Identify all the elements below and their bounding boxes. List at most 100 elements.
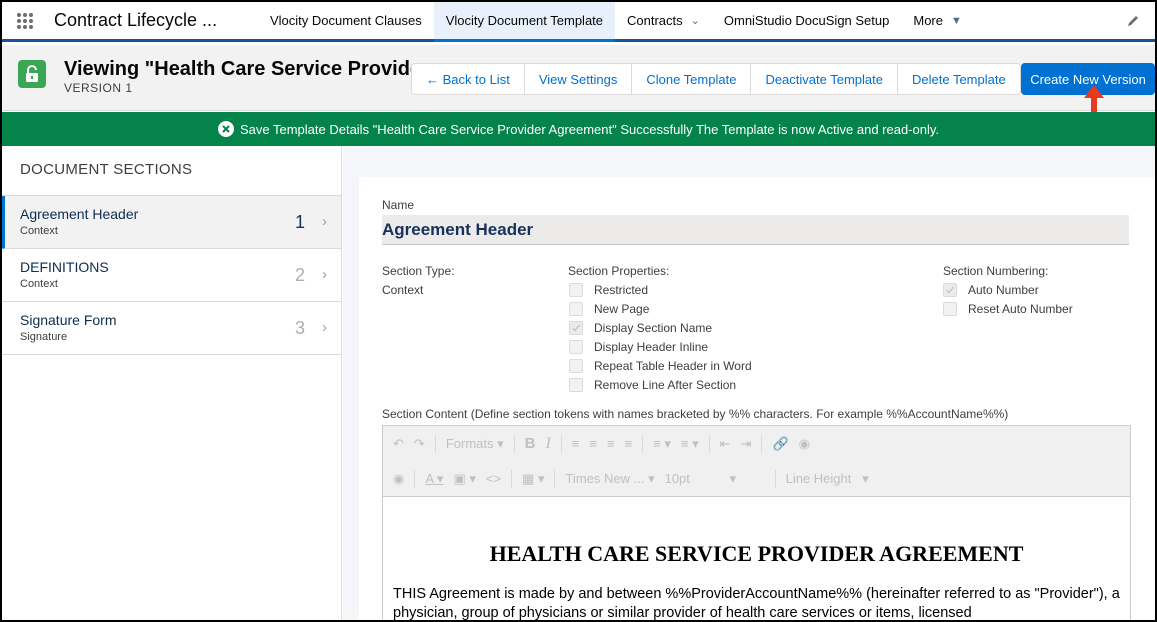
close-icon[interactable] [217,121,234,137]
formats-label: Formats [445,435,494,451]
checkbox[interactable] [569,302,583,316]
line-height-select[interactable]: Line Height ▾ [786,471,869,487]
align-left-icon[interactable]: ≡ [572,436,580,451]
section-type-label: Section Type: [382,264,455,278]
editor-toolbar-row-2: ◉ A ▾ ▣ ▾ <> ▦ ▾ Times New ... ▾ 10pt ▾ … [383,461,1130,496]
caret-down-icon: ▼ [950,14,962,27]
italic-icon[interactable]: I [545,435,550,453]
link-icon[interactable]: 🔗 [772,436,788,452]
view-settings-button[interactable]: View Settings [523,63,633,95]
document-body: THIS Agreement is made by and between %%… [393,586,1120,621]
checkbox-label: New Page [594,302,650,316]
checkbox-label: Remove Line After Section [594,378,737,392]
align-justify-icon[interactable]: ≡ [625,436,633,451]
find-icon[interactable]: ◉ [799,436,810,452]
section-item-signature-form[interactable]: Signature Form Signature 3 › [2,302,341,355]
bullet-list-icon[interactable]: ≡ ▾ [653,436,671,452]
section-numbering-label: Section Numbering: [943,264,1049,278]
property-restricted[interactable]: Restricted [569,283,648,297]
chevron-right-icon: › [322,266,327,283]
property-new-page[interactable]: New Page [569,302,649,316]
checkbox[interactable] [569,359,583,373]
tab-contracts[interactable]: Contracts ⌄ [615,2,712,39]
section-number: 1 [294,212,305,232]
checkbox-label: Restricted [594,283,649,297]
background-color-icon[interactable]: ▣ ▾ [453,471,475,487]
section-type: Signature [20,331,68,343]
numbered-list-icon[interactable]: ≡ ▾ [681,436,699,452]
checkbox-label: Display Section Name [594,321,713,335]
page-title: Viewing "Health Care Service Provide... [64,58,438,80]
checkbox-checked[interactable] [569,321,583,335]
clone-template-button[interactable]: Clone Template [631,63,752,95]
checkbox[interactable] [569,340,583,354]
toast-message: Save Template Details "Health Care Servi… [239,121,940,137]
section-item-definitions[interactable]: DEFINITIONS Context 2 › [2,249,341,302]
numbering-reset-auto-number[interactable]: Reset Auto Number [943,302,1073,316]
property-remove-line-after[interactable]: Remove Line After Section [569,378,736,392]
font-size-select[interactable]: 10pt ▾ [665,471,765,487]
checkbox-label: Auto Number [968,283,1039,297]
redo-icon[interactable]: ↷ [414,436,425,452]
checkbox[interactable] [943,302,957,316]
source-code-icon[interactable]: <> [486,471,501,486]
align-right-icon[interactable]: ≡ [607,436,615,451]
preview-eye-icon[interactable]: ◉ [393,471,404,487]
section-name: DEFINITIONS [20,259,109,275]
deactivate-template-button[interactable]: Deactivate Template [750,63,898,95]
editor-document-area[interactable]: HEALTH CARE SERVICE PROVIDER AGREEMENT T… [383,496,1130,621]
unlock-icon [18,60,46,88]
tab-docusign-setup[interactable]: OmniStudio DocuSign Setup [712,2,901,39]
bold-icon[interactable]: B [525,435,536,452]
check-icon [945,286,955,294]
document-sections-panel: DOCUMENT SECTIONS Agreement Header Conte… [2,146,342,620]
checkbox[interactable] [569,378,583,392]
record-header: Viewing "Health Care Service Provide... … [2,45,1155,111]
align-center-icon[interactable]: ≡ [589,436,597,451]
tab-more-label: More [913,13,943,28]
sections-heading: DOCUMENT SECTIONS [2,146,341,196]
check-icon [571,324,581,332]
section-properties-label: Section Properties: [568,264,670,278]
section-number: 2 [294,265,305,285]
tab-document-clauses[interactable]: Vlocity Document Clauses [258,2,434,39]
checkbox-label: Display Header Inline [594,340,709,354]
chevron-down-icon[interactable]: ⌄ [691,14,700,27]
font-size-value: 10pt [664,470,690,486]
property-display-header-inline[interactable]: Display Header Inline [569,340,708,354]
formats-dropdown[interactable]: Formats ▾ [446,436,504,452]
checkbox-checked[interactable] [943,283,957,297]
text-color-icon[interactable]: A ▾ [425,471,443,487]
checkbox-label: Reset Auto Number [968,302,1073,316]
app-frame: Contract Lifecycle ... Vlocity Document … [0,0,1157,622]
property-repeat-table-header[interactable]: Repeat Table Header in Word [569,359,752,373]
indent-icon[interactable]: ⇥ [741,436,752,452]
outdent-icon[interactable]: ⇤ [720,436,731,452]
chevron-right-icon: › [322,319,327,336]
table-icon[interactable]: ▦ ▾ [522,471,544,487]
tab-document-template[interactable]: Vlocity Document Template [433,2,616,42]
section-content-label: Section Content (Define section tokens w… [382,407,1009,421]
checkbox-label: Repeat Table Header in Word [594,359,752,373]
success-toast: Save Template Details "Health Care Servi… [2,112,1155,146]
global-nav: Contract Lifecycle ... Vlocity Document … [2,2,1155,42]
checkbox[interactable] [569,283,583,297]
numbering-auto-number[interactable]: Auto Number [943,283,1039,297]
editor-toolbar-row-1: ↶ ↷ Formats ▾ B I ≡ ≡ ≡ ≡ ≡ ▾ ≡ ▾ ⇤ ⇥ 🔗 … [383,426,1130,461]
section-number: 3 [294,318,305,338]
property-display-section-name[interactable]: Display Section Name [569,321,712,335]
font-family-select[interactable]: Times New ... ▾ [565,471,654,487]
section-item-agreement-header[interactable]: Agreement Header Context 1 › [2,196,341,249]
edit-nav-pencil-icon[interactable] [1111,2,1155,39]
rich-text-editor: ↶ ↷ Formats ▾ B I ≡ ≡ ≡ ≡ ≡ ▾ ≡ ▾ ⇤ ⇥ 🔗 … [382,425,1131,621]
undo-icon[interactable]: ↶ [393,436,404,452]
back-to-list-button[interactable]: ← Back to List [411,63,525,95]
section-name: Agreement Header [20,206,139,222]
section-type: Context [20,225,58,237]
delete-template-button[interactable]: Delete Template [896,63,1021,95]
app-launcher-icon[interactable] [2,2,48,39]
section-type: Context [20,278,58,290]
section-type-value: Context [382,283,424,297]
tab-more[interactable]: More ▼ [901,2,974,39]
action-button-group: ← Back to List View Settings Clone Templ… [411,63,1021,95]
